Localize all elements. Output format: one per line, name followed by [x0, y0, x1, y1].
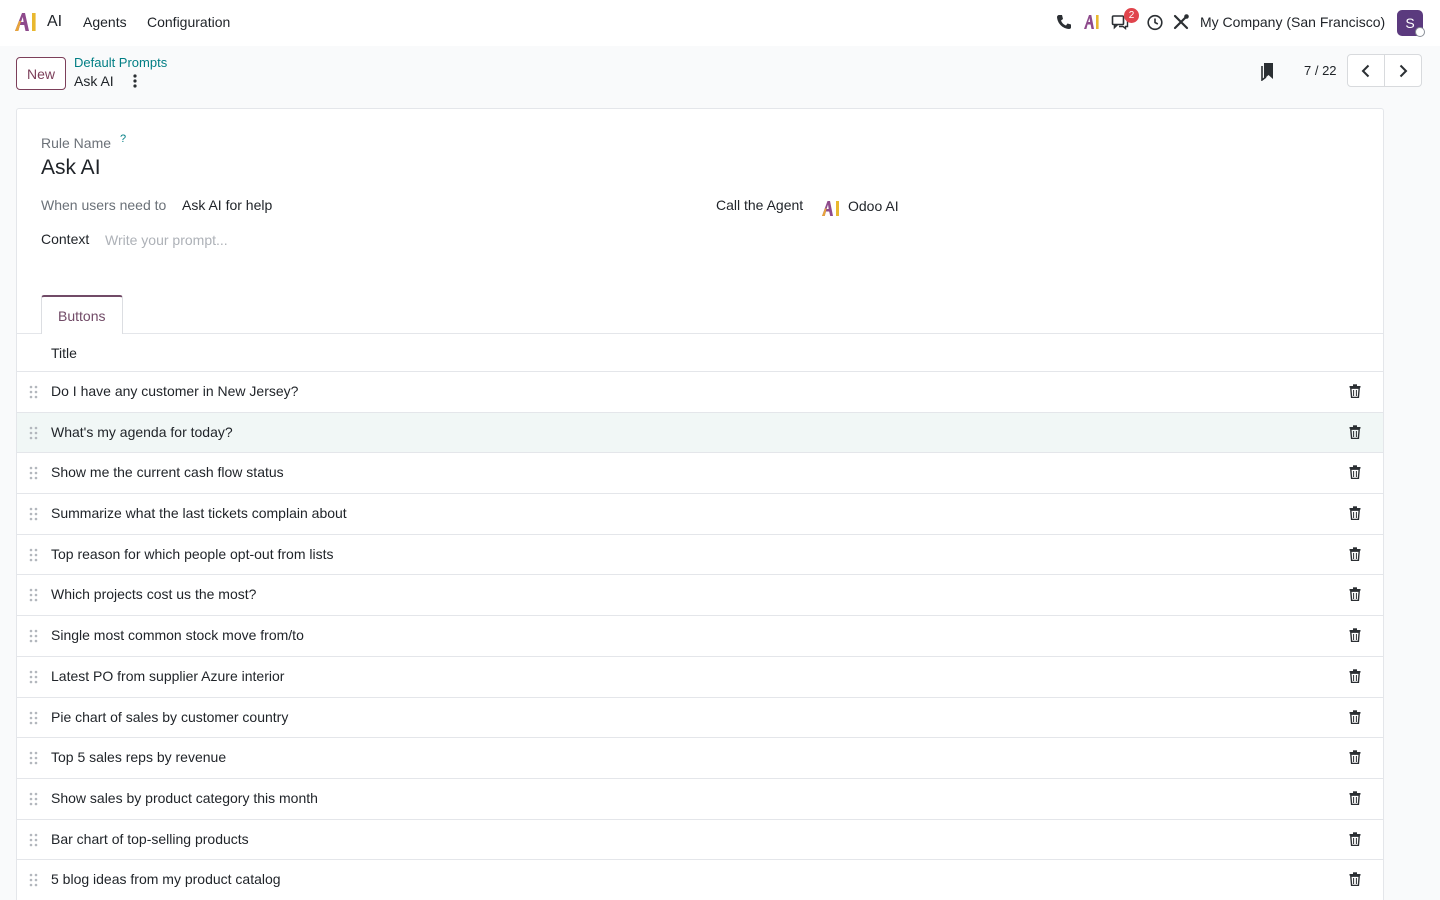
trash-icon[interactable]: [1349, 791, 1361, 805]
trash-icon[interactable]: [1349, 506, 1361, 521]
row-title[interactable]: Single most common stock move from/to: [51, 627, 304, 643]
new-button[interactable]: New: [16, 57, 66, 90]
row-title[interactable]: Top 5 sales reps by revenue: [51, 749, 226, 765]
tab-buttons[interactable]: Buttons: [41, 295, 123, 334]
table-row[interactable]: Single most common stock move from/to: [17, 615, 1383, 656]
row-title[interactable]: 5 blog ideas from my product catalog: [51, 871, 281, 887]
trash-icon[interactable]: [1349, 831, 1361, 846]
table-row[interactable]: Show me the current cash flow status: [17, 452, 1383, 494]
drag-handle-icon[interactable]: [29, 751, 38, 765]
row-title[interactable]: Show me the current cash flow status: [51, 464, 284, 480]
drag-handle-icon[interactable]: [29, 426, 38, 440]
table-row[interactable]: Pie chart of sales by customer country: [17, 696, 1383, 738]
row-title[interactable]: Show sales by product category this mont…: [51, 790, 318, 806]
breadcrumb-current: Ask AI: [74, 73, 114, 89]
drag-handle-icon[interactable]: [29, 792, 38, 806]
row-title[interactable]: Bar chart of top-selling products: [51, 831, 249, 847]
row-title[interactable]: Do I have any customer in New Jersey?: [51, 383, 298, 399]
drag-handle-icon[interactable]: [29, 466, 38, 480]
trash-icon[interactable]: [1349, 384, 1361, 398]
messages-badge: 2: [1124, 8, 1139, 23]
form-sheet: Rule Name ? Ask AI When users need to As…: [16, 108, 1384, 900]
ai-logo-icon[interactable]: [14, 11, 40, 33]
menu-agents[interactable]: Agents: [83, 14, 127, 30]
pager-value[interactable]: 7 / 22: [1304, 63, 1337, 78]
trash-icon[interactable]: [1349, 669, 1361, 683]
user-status-dot: [1415, 27, 1425, 37]
drag-handle-icon[interactable]: [29, 548, 38, 562]
table-row[interactable]: Summarize what the last tickets complain…: [17, 493, 1383, 534]
chevron-right-icon: [1399, 64, 1408, 78]
trash-icon[interactable]: [1349, 547, 1361, 561]
row-title[interactable]: Top reason for which people opt-out from…: [51, 546, 333, 562]
call-agent-label: Call the Agent: [716, 197, 804, 213]
context-label: Context: [41, 231, 90, 247]
pager-previous-button[interactable]: [1347, 54, 1385, 87]
drag-handle-icon[interactable]: [29, 588, 38, 602]
tools-icon[interactable]: [1172, 13, 1190, 31]
rule-name-field[interactable]: Ask AI: [41, 156, 101, 180]
context-input[interactable]: [105, 229, 665, 251]
drag-handle-icon[interactable]: [29, 385, 38, 399]
company-switcher[interactable]: My Company (San Francisco): [1200, 14, 1385, 30]
row-title[interactable]: What's my agenda for today?: [51, 424, 233, 440]
drag-handle-icon[interactable]: [29, 711, 38, 725]
pager-next-button[interactable]: [1384, 54, 1422, 87]
trash-icon[interactable]: [1349, 872, 1361, 887]
row-title[interactable]: Summarize what the last tickets complain…: [51, 505, 347, 521]
drag-handle-icon[interactable]: [29, 507, 38, 521]
trash-icon[interactable]: [1349, 750, 1361, 765]
trash-icon[interactable]: [1349, 628, 1361, 643]
table-row[interactable]: Do I have any customer in New Jersey?: [17, 371, 1383, 412]
actions-menu-icon[interactable]: [129, 73, 141, 89]
drag-handle-icon[interactable]: [29, 873, 38, 887]
menu-configuration[interactable]: Configuration: [147, 14, 230, 30]
agent-logo-icon: [822, 201, 839, 216]
when-users-need-field[interactable]: Ask AI for help: [182, 197, 272, 213]
agent-field[interactable]: Odoo AI: [848, 198, 899, 214]
trash-icon[interactable]: [1349, 587, 1361, 602]
clock-icon[interactable]: [1146, 13, 1164, 31]
table-row[interactable]: Bar chart of top-selling products: [17, 818, 1383, 860]
table-row[interactable]: Top 5 sales reps by revenue: [17, 737, 1383, 778]
trash-icon[interactable]: [1349, 465, 1361, 480]
breadcrumb-parent[interactable]: Default Prompts: [74, 55, 167, 70]
help-tooltip-icon[interactable]: ?: [120, 133, 126, 145]
ai-logo-icon[interactable]: [1083, 13, 1101, 31]
drag-handle-icon[interactable]: [29, 833, 38, 847]
trash-icon[interactable]: [1349, 424, 1361, 439]
table-row[interactable]: Top reason for which people opt-out from…: [17, 533, 1383, 575]
top-navbar: AI Agents Configuration 2 My Company (Sa…: [0, 0, 1440, 46]
table-row[interactable]: 5 blog ideas from my product catalog: [17, 859, 1383, 900]
trash-icon[interactable]: [1349, 709, 1361, 724]
when-users-need-label: When users need to: [41, 197, 167, 213]
row-title[interactable]: Pie chart of sales by customer country: [51, 709, 288, 725]
row-title[interactable]: Which projects cost us the most?: [51, 586, 256, 602]
tab-buttons-label: Buttons: [58, 308, 106, 324]
table-row[interactable]: What's my agenda for today?: [17, 411, 1383, 453]
row-title[interactable]: Latest PO from supplier Azure interior: [51, 668, 284, 684]
table-row[interactable]: Latest PO from supplier Azure interior: [17, 655, 1383, 697]
phone-icon[interactable]: [1055, 13, 1073, 31]
table-row[interactable]: Which projects cost us the most?: [17, 574, 1383, 616]
tab-divider: [17, 333, 1383, 334]
app-title[interactable]: AI: [47, 13, 62, 31]
rule-name-label: Rule Name: [41, 135, 112, 151]
drag-handle-icon[interactable]: [29, 670, 38, 684]
bookmark-icon[interactable]: [1259, 61, 1277, 81]
drag-handle-icon[interactable]: [29, 629, 38, 643]
column-header-title[interactable]: Title: [51, 345, 77, 361]
table-row[interactable]: Show sales by product category this mont…: [17, 777, 1383, 819]
buttons-list: Do I have any customer in New Jersey? Wha…: [17, 371, 1383, 900]
chevron-left-icon: [1361, 64, 1370, 78]
